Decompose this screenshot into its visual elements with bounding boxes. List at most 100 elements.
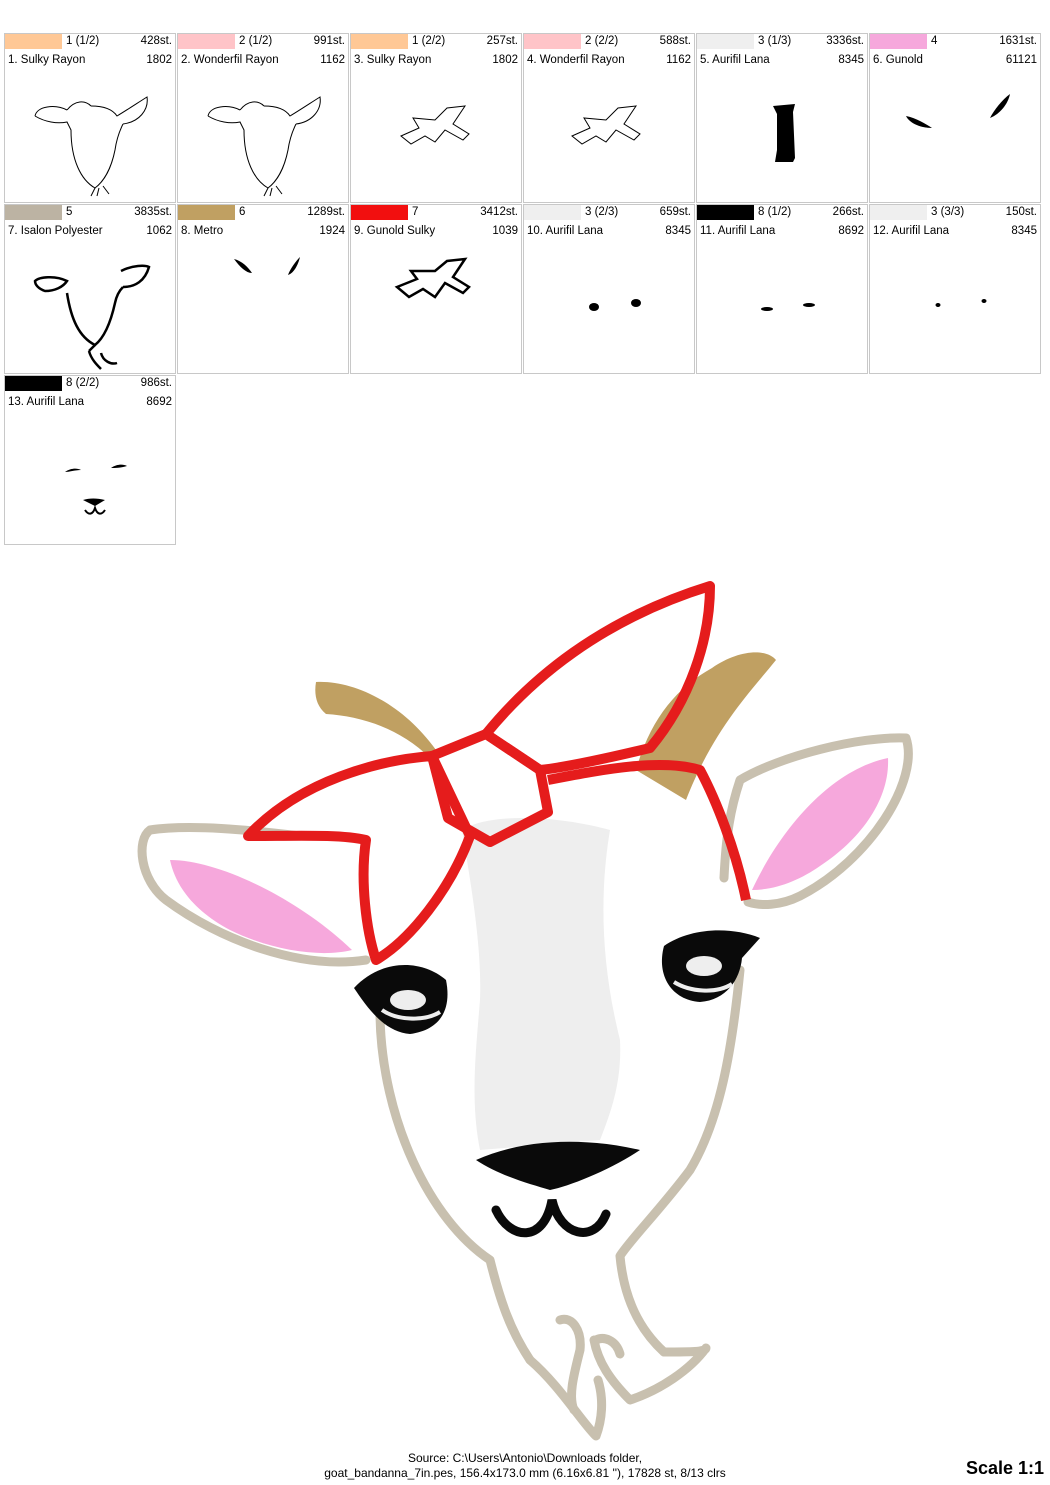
- color-swatch: [697, 205, 754, 220]
- thread-code: 1039: [492, 225, 518, 237]
- color-swatch: [524, 34, 581, 49]
- thread-name: 13. Aurifil Lana: [8, 396, 85, 408]
- thread-code: 8692: [838, 225, 864, 237]
- color-step-13: 8 (2/2) 986st. 13. Aurifil Lana 8692: [4, 375, 176, 545]
- step-preview: [34, 96, 148, 197]
- right-inner-ear: [752, 758, 889, 890]
- stitch-count: 986st.: [140, 377, 172, 389]
- color-number: 2 (2/2): [585, 35, 619, 47]
- color-swatch: [5, 376, 62, 391]
- color-swatch: [351, 205, 408, 220]
- step-preview: [571, 105, 641, 145]
- color-step-10: 3 (2/3) 659st. 10. Aurifil Lana 8345: [523, 204, 695, 374]
- left-eye: [354, 965, 448, 1034]
- stitch-count: 991st.: [313, 35, 345, 47]
- scale-label: Scale 1:1: [965, 1458, 1044, 1478]
- thread-name: 8. Metro: [181, 225, 224, 237]
- left-inner-ear: [170, 860, 352, 954]
- color-number: 5: [66, 206, 73, 218]
- mouth: [491, 1198, 611, 1238]
- thread-code: 1162: [320, 54, 345, 66]
- color-number: 1 (2/2): [412, 35, 446, 47]
- stitch-count: 3412st.: [480, 206, 518, 218]
- stitch-count: 428st.: [140, 35, 172, 47]
- thread-name: 11. Aurifil Lana: [700, 225, 776, 237]
- thread-code: 8345: [665, 225, 691, 237]
- step-preview: [33, 264, 151, 370]
- step-preview: [773, 104, 795, 162]
- step-preview: [394, 257, 471, 299]
- design-details: goat_bandanna_7in.pes, 156.4x173.0 mm (6…: [324, 1466, 726, 1480]
- color-number: 4: [931, 35, 938, 47]
- step-preview: [935, 299, 987, 307]
- stitch-count: 588st.: [659, 35, 691, 47]
- step-preview: [400, 105, 470, 145]
- thread-name: 5. Aurifil Lana: [700, 54, 770, 66]
- color-swatch: [870, 205, 927, 220]
- color-step-4: 2 (2/2) 588st. 4. Wonderfil Rayon 1162: [523, 33, 695, 203]
- thread-code: 8345: [1011, 225, 1037, 237]
- color-number: 3 (3/3): [931, 206, 965, 218]
- thread-code: 1802: [146, 54, 172, 66]
- step-preview: [234, 257, 300, 275]
- thread-code: 8345: [838, 54, 864, 66]
- step-preview: [65, 464, 127, 515]
- color-swatch: [870, 34, 927, 49]
- color-swatch: [5, 34, 62, 49]
- face-blaze: [462, 817, 621, 1150]
- step-preview: [906, 94, 1010, 128]
- color-step-11: 8 (1/2) 266st. 11. Aurifil Lana 8692: [696, 204, 868, 374]
- color-swatch: [5, 205, 62, 220]
- color-number: 2 (1/2): [239, 35, 273, 47]
- step-preview: [207, 96, 321, 197]
- thread-name: 7. Isalon Polyester: [8, 225, 103, 237]
- color-step-5: 3 (1/3) 3336st. 5. Aurifil Lana 8345: [696, 33, 868, 203]
- color-step-2: 2 (1/2) 991st. 2. Wonderfil Rayon 1162: [177, 33, 349, 203]
- color-step-1: 1 (1/2) 428st. 1. Sulky Rayon 1802: [4, 33, 176, 203]
- right-eye: [661, 930, 760, 1002]
- color-swatch: [524, 205, 581, 220]
- left-horn: [315, 681, 436, 758]
- thread-name: 3. Sulky Rayon: [354, 54, 432, 66]
- color-step-8: 6 1289st. 8. Metro 1924: [177, 204, 349, 374]
- thread-name: 6. Gunold: [873, 54, 923, 66]
- file-info: Source: C:\Users\Antonio\Downloads folde…: [260, 1451, 790, 1481]
- embroidery-preview: [137, 581, 913, 1441]
- color-number: 1 (1/2): [66, 35, 100, 47]
- color-number: 3 (2/3): [585, 206, 619, 218]
- color-number: 6: [239, 206, 246, 218]
- thread-code: 61121: [1005, 54, 1037, 66]
- thread-name: 1. Sulky Rayon: [8, 54, 86, 66]
- stitch-count: 257st.: [486, 35, 518, 47]
- color-swatch: [697, 34, 754, 49]
- stitch-count: 659st.: [659, 206, 691, 218]
- stitch-count: 3835st.: [134, 206, 172, 218]
- color-step-6: 4 1631st. 6. Gunold 61121: [869, 33, 1041, 203]
- nose: [476, 1141, 640, 1190]
- stitch-count: 1631st.: [999, 35, 1037, 47]
- thread-code: 8692: [146, 396, 172, 408]
- thread-code: 1924: [319, 225, 345, 237]
- thread-name: 4. Wonderfil Rayon: [527, 54, 625, 66]
- color-number: 8 (1/2): [758, 206, 792, 218]
- stitch-count: 150st.: [1005, 206, 1037, 218]
- color-number: 7: [412, 206, 419, 218]
- color-swatch: [178, 205, 235, 220]
- stitch-count: 3336st.: [826, 35, 864, 47]
- thread-name: 9. Gunold Sulky: [354, 225, 436, 237]
- thread-name: 10. Aurifil Lana: [527, 225, 604, 237]
- thread-name: 2. Wonderfil Rayon: [181, 54, 279, 66]
- color-swatch: [351, 34, 408, 49]
- color-swatch: [178, 34, 235, 49]
- color-step-12: 3 (3/3) 150st. 12. Aurifil Lana 8345: [869, 204, 1041, 374]
- color-number: 3 (1/3): [758, 35, 792, 47]
- thread-code: 1162: [666, 54, 691, 66]
- color-step-7: 5 3835st. 7. Isalon Polyester 1062: [4, 204, 176, 374]
- stitch-count: 266st.: [832, 206, 864, 218]
- color-step-3: 1 (2/2) 257st. 3. Sulky Rayon 1802: [350, 33, 522, 203]
- stitch-count: 1289st.: [307, 206, 345, 218]
- step-preview: [761, 303, 815, 311]
- source-path: Source: C:\Users\Antonio\Downloads folde…: [407, 1451, 643, 1465]
- thread-code: 1802: [492, 54, 518, 66]
- step-preview: [589, 299, 641, 311]
